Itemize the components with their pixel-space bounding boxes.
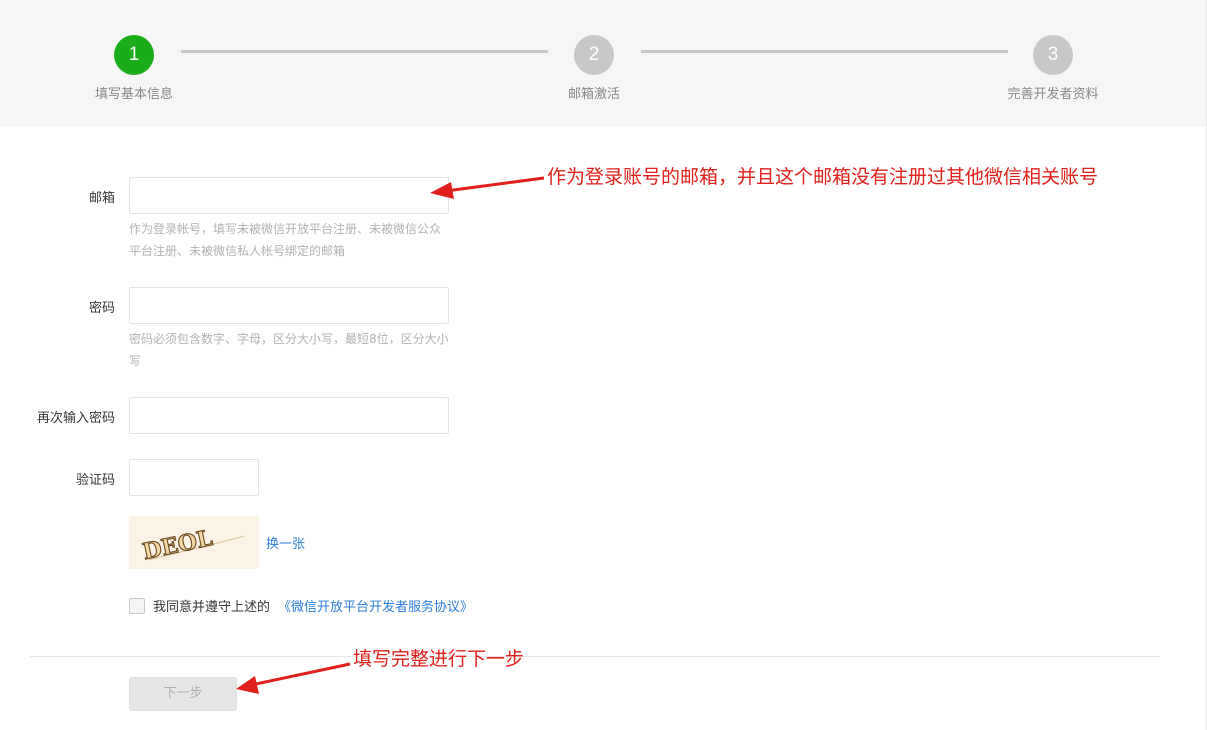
next-arrow-icon bbox=[236, 662, 351, 694]
email-arrow-icon bbox=[430, 176, 545, 199]
next-annotation: 填写完整进行下一步 bbox=[353, 648, 525, 670]
annotation-arrows bbox=[236, 176, 545, 694]
email-annotation: 作为登录账号的邮箱，并且这个邮箱没有注册过其他微信相关账号 bbox=[547, 166, 1099, 188]
